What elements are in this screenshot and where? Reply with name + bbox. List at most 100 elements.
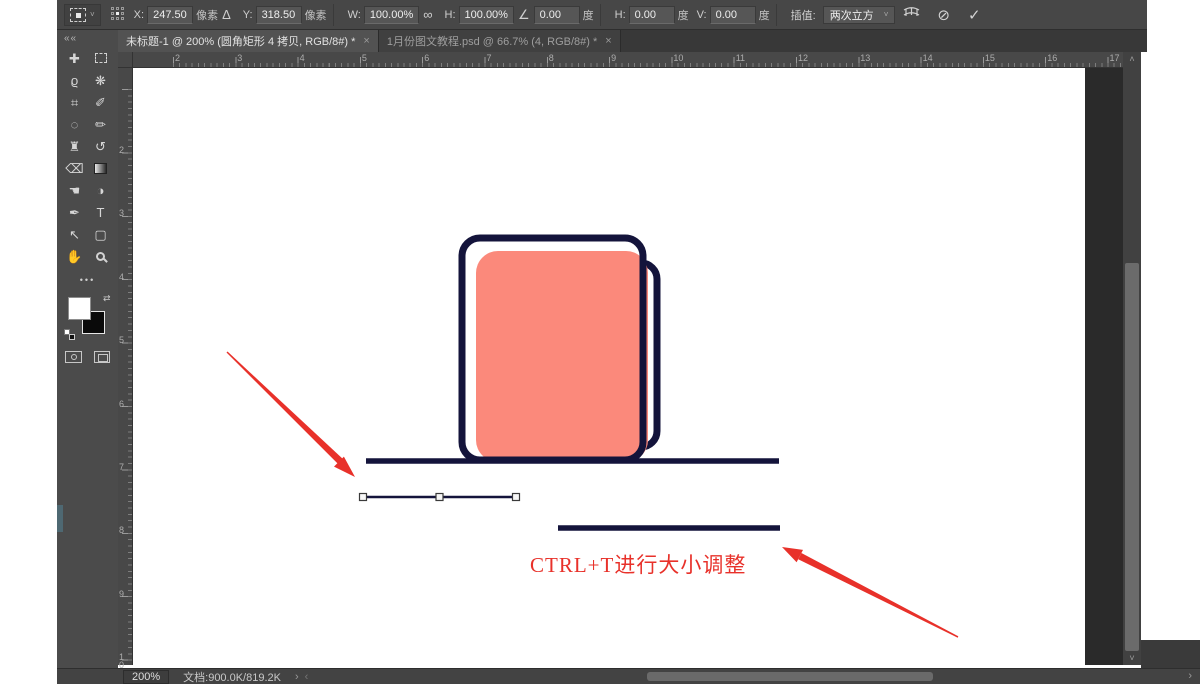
scroll-down-icon[interactable]: ˅	[1123, 653, 1141, 663]
horizontal-scrollbar-thumb[interactable]	[647, 672, 933, 681]
gradient-tool-icon	[94, 163, 107, 174]
smudge-tool[interactable]: ☚	[62, 179, 88, 201]
cancel-transform-button[interactable]: ⊘	[937, 6, 950, 24]
tab-january-tutorial[interactable]: 1月份图文教程.psd @ 66.7% (4, RGB/8#) * ×	[379, 30, 621, 52]
relative-position-toggle[interactable]: Δ	[222, 8, 231, 21]
document-tab-bar: 未标题-1 @ 200% (圆角矩形 4 拷贝, RGB/8#) * × 1月份…	[118, 30, 1147, 52]
v-ruler-number: 3	[119, 209, 128, 217]
height-label: H:	[445, 9, 456, 21]
quick-mask-icon	[71, 354, 77, 360]
dodge-tool[interactable]: ◑	[88, 179, 114, 201]
ref-dot	[111, 7, 114, 10]
marquee-tool-icon	[95, 53, 107, 63]
link-dimensions-icon[interactable]: ∞	[423, 8, 432, 21]
history-brush-tool[interactable]: ↺	[88, 135, 114, 157]
y-unit: 像素	[305, 7, 327, 23]
swap-colors-icon[interactable]: ⇄	[103, 293, 111, 304]
color-swatches: ⇄	[66, 295, 110, 339]
h-ruler-number: 4	[300, 53, 305, 63]
angle-input[interactable]: 0.00	[534, 6, 580, 24]
quick-mask-button[interactable]	[65, 351, 82, 363]
zoom-level-field[interactable]: 200%	[123, 670, 169, 684]
shape-tool[interactable]: ▢	[88, 223, 114, 245]
angle-icon: ∠	[518, 8, 530, 21]
transform-tool-button[interactable]: ˅	[64, 4, 101, 26]
collapsed-panel-tab[interactable]	[57, 505, 63, 532]
h-ruler-number: 13	[860, 53, 870, 63]
healing-brush-tool[interactable]: ◌	[62, 113, 88, 135]
ruler-corner	[118, 52, 133, 68]
ref-dot	[121, 17, 124, 20]
move-tool[interactable]: ✚	[62, 47, 88, 69]
h-ruler-number: 7	[487, 53, 492, 63]
commit-transform-button[interactable]: ✓	[968, 6, 981, 24]
document-canvas[interactable]: CTRL+T进行大小调整	[133, 68, 1085, 665]
hand-tool[interactable]: ✋	[62, 245, 88, 267]
history-brush-tool-icon: ↺	[95, 140, 106, 153]
tab-untitled-1[interactable]: 未标题-1 @ 200% (圆角矩形 4 拷贝, RGB/8#) * ×	[118, 30, 379, 52]
mini-black-swatch	[69, 334, 75, 340]
x-input[interactable]: 247.50	[147, 6, 193, 24]
warp-mode-toggle[interactable]	[903, 6, 920, 23]
gradient-tool[interactable]	[88, 157, 114, 179]
photoshop-window: ˅ X: 247.50 像素 Δ Y: 318.50 像素 W: 100.00%…	[0, 0, 1200, 684]
close-icon[interactable]: ×	[605, 35, 611, 47]
type-tool[interactable]: T	[88, 201, 114, 223]
reference-point-locator[interactable]	[111, 7, 126, 22]
status-bar: 200% 文档:900.0K/819.2K › ‹ ›	[57, 668, 1200, 684]
foreground-color-swatch[interactable]	[68, 297, 91, 320]
interpolation-label: 插值:	[791, 7, 816, 23]
path-selection-tool[interactable]: ↖	[62, 223, 88, 245]
clone-stamp-tool[interactable]: ♜	[62, 135, 88, 157]
ref-dot	[111, 17, 114, 20]
h-ruler-number: 10	[673, 53, 683, 63]
h-ruler-number: 2	[175, 53, 180, 63]
vertical-scrollbar[interactable]: ˄ ˅	[1123, 52, 1141, 665]
eraser-tool[interactable]: ⌫	[62, 157, 88, 179]
h-ruler-number: 6	[424, 53, 429, 63]
v-ruler-number: 7	[119, 463, 128, 471]
status-collapse-icon[interactable]: ‹	[305, 671, 309, 683]
zoom-tool-icon	[96, 252, 105, 261]
eyedropper-tool-icon: ✐	[95, 96, 106, 109]
screen-mode-button[interactable]	[94, 351, 110, 363]
pen-tool[interactable]: ✒	[62, 201, 88, 223]
quick-selection-tool[interactable]: ❋	[88, 69, 114, 91]
transform-options-bar: ˅ X: 247.50 像素 Δ Y: 318.50 像素 W: 100.00%…	[57, 0, 1147, 30]
annotation-text: CTRL+T进行大小调整	[530, 549, 746, 579]
zoom-tool[interactable]	[88, 245, 114, 267]
eyedropper-tool[interactable]: ✐	[88, 91, 114, 113]
h-ruler-number: 8	[549, 53, 554, 63]
scroll-up-icon[interactable]: ˄	[1123, 52, 1141, 64]
v-skew-input[interactable]: 0.00	[710, 6, 756, 24]
red-arrow-2-shaft	[798, 553, 958, 638]
y-input[interactable]: 318.50	[256, 6, 302, 24]
h-ruler-number: 15	[985, 53, 995, 63]
crop-tool[interactable]: ⌗	[62, 91, 88, 113]
ref-dot-center	[116, 12, 119, 15]
interpolation-select[interactable]: 两次立方 ˅	[823, 6, 896, 24]
v-ruler-number: 2	[119, 146, 128, 154]
h-ruler-number: 11	[736, 53, 745, 63]
h-skew-input[interactable]: 0.00	[629, 6, 675, 24]
edit-toolbar-button[interactable]: •••	[57, 275, 118, 285]
eraser-tool-icon: ⌫	[65, 162, 83, 175]
brush-tool-icon: ✏	[95, 118, 106, 131]
ref-dot	[121, 12, 124, 15]
close-icon[interactable]: ×	[363, 35, 369, 47]
width-input[interactable]: 100.00%	[364, 6, 419, 24]
v-skew-label: V:	[697, 9, 707, 21]
brush-tool[interactable]: ✏	[88, 113, 114, 135]
status-expand-icon[interactable]: ›	[295, 671, 299, 683]
transform-handle-center	[436, 494, 443, 501]
transform-tool-icon	[70, 8, 86, 22]
vertical-scrollbar-thumb[interactable]	[1125, 263, 1139, 651]
scroll-right-icon[interactable]: ›	[1188, 670, 1192, 682]
height-input[interactable]: 100.00%	[459, 6, 514, 24]
marquee-tool[interactable]	[88, 47, 114, 69]
default-colors-icon[interactable]	[64, 329, 75, 340]
tab-title: 未标题-1 @ 200% (圆角矩形 4 拷贝, RGB/8#) *	[126, 33, 355, 49]
lasso-tool[interactable]: ϱ	[62, 69, 88, 91]
collapse-panel-button[interactable]: ««	[57, 30, 118, 44]
ref-dot	[121, 7, 124, 10]
